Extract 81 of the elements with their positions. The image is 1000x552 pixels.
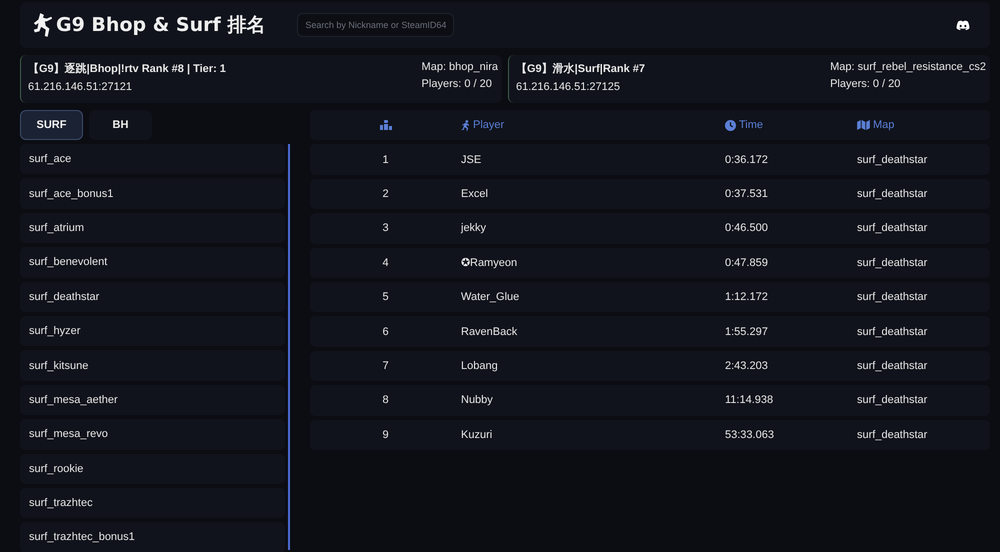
map-list-item[interactable]: surf_trazhtec_bonus1 [20,522,286,552]
rank-cell: 9 [382,428,389,441]
map-list-item[interactable]: surf_benevolent [20,247,286,278]
mode-tab[interactable]: BH [89,110,152,140]
player-cell: Water_Glue [461,291,520,304]
server-address: 61.216.146.51:27121 [28,81,133,93]
map-icon [857,120,870,130]
map-list-item[interactable]: surf_ace_bonus1 [20,178,286,209]
player-cell: Nubby [461,394,493,406]
map-cell: surf_deathstar [857,428,928,441]
surfer-logo-icon [32,12,54,38]
runner-icon [461,120,470,131]
table-row[interactable]: 7 Lobang 2:43.203 surf_deathstar [310,350,990,382]
rank-cell: 4 [382,256,389,269]
map-cell: surf_deathstar [857,256,928,269]
rank-cell: 6 [382,326,389,338]
time-cell: 0:47.859 [725,256,768,269]
server-map: Map: bhop_nira [422,61,498,73]
time-cell: 0:36.172 [725,154,768,166]
time-cell: 0:37.531 [725,188,768,200]
server-map: Map: surf_rebel_resistance_cs2 [830,61,986,73]
map-list-item[interactable]: surf_rookie [20,454,286,484]
table-row[interactable]: 5 Water_Glue 1:12.172 surf_deathstar [310,282,990,312]
rank-cell: 3 [382,222,389,234]
player-cell: Lobang [461,360,498,372]
time-cell: 53:33.063 [725,428,774,441]
server-address: 61.216.146.51:27125 [516,81,621,93]
time-cell: 0:46.500 [725,222,768,234]
player-cell: ✪Ramyeon [461,256,518,270]
map-cell: surf_deathstar [857,222,928,234]
column-header: Map [857,119,894,132]
player-cell: Excel [461,188,488,200]
time-cell: 2:43.203 [725,360,768,372]
table-row[interactable]: 6 RavenBack 1:55.297 surf_deathstar [310,316,990,347]
rank-cell: 8 [382,394,389,406]
map-list-item[interactable]: surf_trazhtec [20,488,286,518]
table-row[interactable]: 4 ✪Ramyeon 0:47.859 surf_deathstar [310,248,990,278]
rank-cell: 1 [382,154,389,166]
search-field[interactable]: Search by Nickname or SteamID64 [297,13,454,37]
mode-tab[interactable]: SURF [20,110,83,140]
map-cell: surf_deathstar [857,291,928,304]
table-row[interactable]: 9 Kuzuri 53:33.063 surf_deathstar [310,420,990,450]
player-count: Players: 0 / 20 [830,78,902,90]
server-card[interactable]: 【G9】滑水|Surf|Rank #7 61.216.146.51:27125 Map: surf_rebel_resistance_cs2 Players: 0 / 20 [508,55,990,103]
server-card[interactable]: 【G9】逐跳|Bhop|!rtv Rank #8 | Tier: 1 61.216.146.51:27121 Map: bhop_nira Players: 0 / 20 [20,55,502,103]
time-cell: 11:14.938 [725,394,774,406]
player-cell: JSE [461,154,482,166]
site-title: G9 Bhop & Surf 排名 [56,13,266,38]
server-name: 【G9】逐跳|Bhop|!rtv Rank #8 | Tier: 1 [28,62,226,76]
column-header: Player [461,119,504,132]
table-row[interactable]: 2 Excel 0:37.531 surf_deathstar [310,178,990,210]
rank-cell: 5 [382,291,389,304]
map-cell: surf_deathstar [857,188,928,200]
map-cell: surf_deathstar [857,154,928,166]
map-list-item[interactable]: surf_atrium [20,212,286,244]
rank-cell: 7 [382,360,389,372]
map-cell: surf_deathstar [857,394,928,406]
time-cell: 1:12.172 [725,291,768,304]
map-list-item[interactable]: surf_mesa_aether [20,384,286,416]
rank-cell: 2 [382,188,389,200]
table-row[interactable]: 1 JSE 0:36.172 surf_deathstar [310,144,990,175]
column-header: Time [725,119,764,132]
table-row[interactable]: 3 jekky 0:46.500 surf_deathstar [310,213,990,244]
server-name: 【G9】滑水|Surf|Rank #7 [516,62,646,76]
podium-icon [380,120,392,130]
clock-icon [725,120,736,131]
scrollbar[interactable] [288,144,290,550]
player-cell: Kuzuri [461,428,492,441]
discord-icon[interactable] [956,20,970,30]
player-cell: jekky [461,222,486,234]
map-cell: surf_deathstar [857,326,928,338]
map-cell: surf_deathstar [857,360,928,372]
player-cell: RavenBack [461,326,518,338]
map-list-item[interactable]: surf_hyzer [20,316,286,346]
map-list-item[interactable]: surf_deathstar [20,282,286,312]
map-list-item[interactable]: surf_ace [20,144,286,174]
map-list-item[interactable]: surf_mesa_revo [20,419,286,450]
time-cell: 1:55.297 [725,326,768,338]
map-list-item[interactable]: surf_kitsune [20,350,286,381]
table-row[interactable]: 8 Nubby 11:14.938 surf_deathstar [310,385,990,416]
player-count: Players: 0 / 20 [422,78,493,90]
